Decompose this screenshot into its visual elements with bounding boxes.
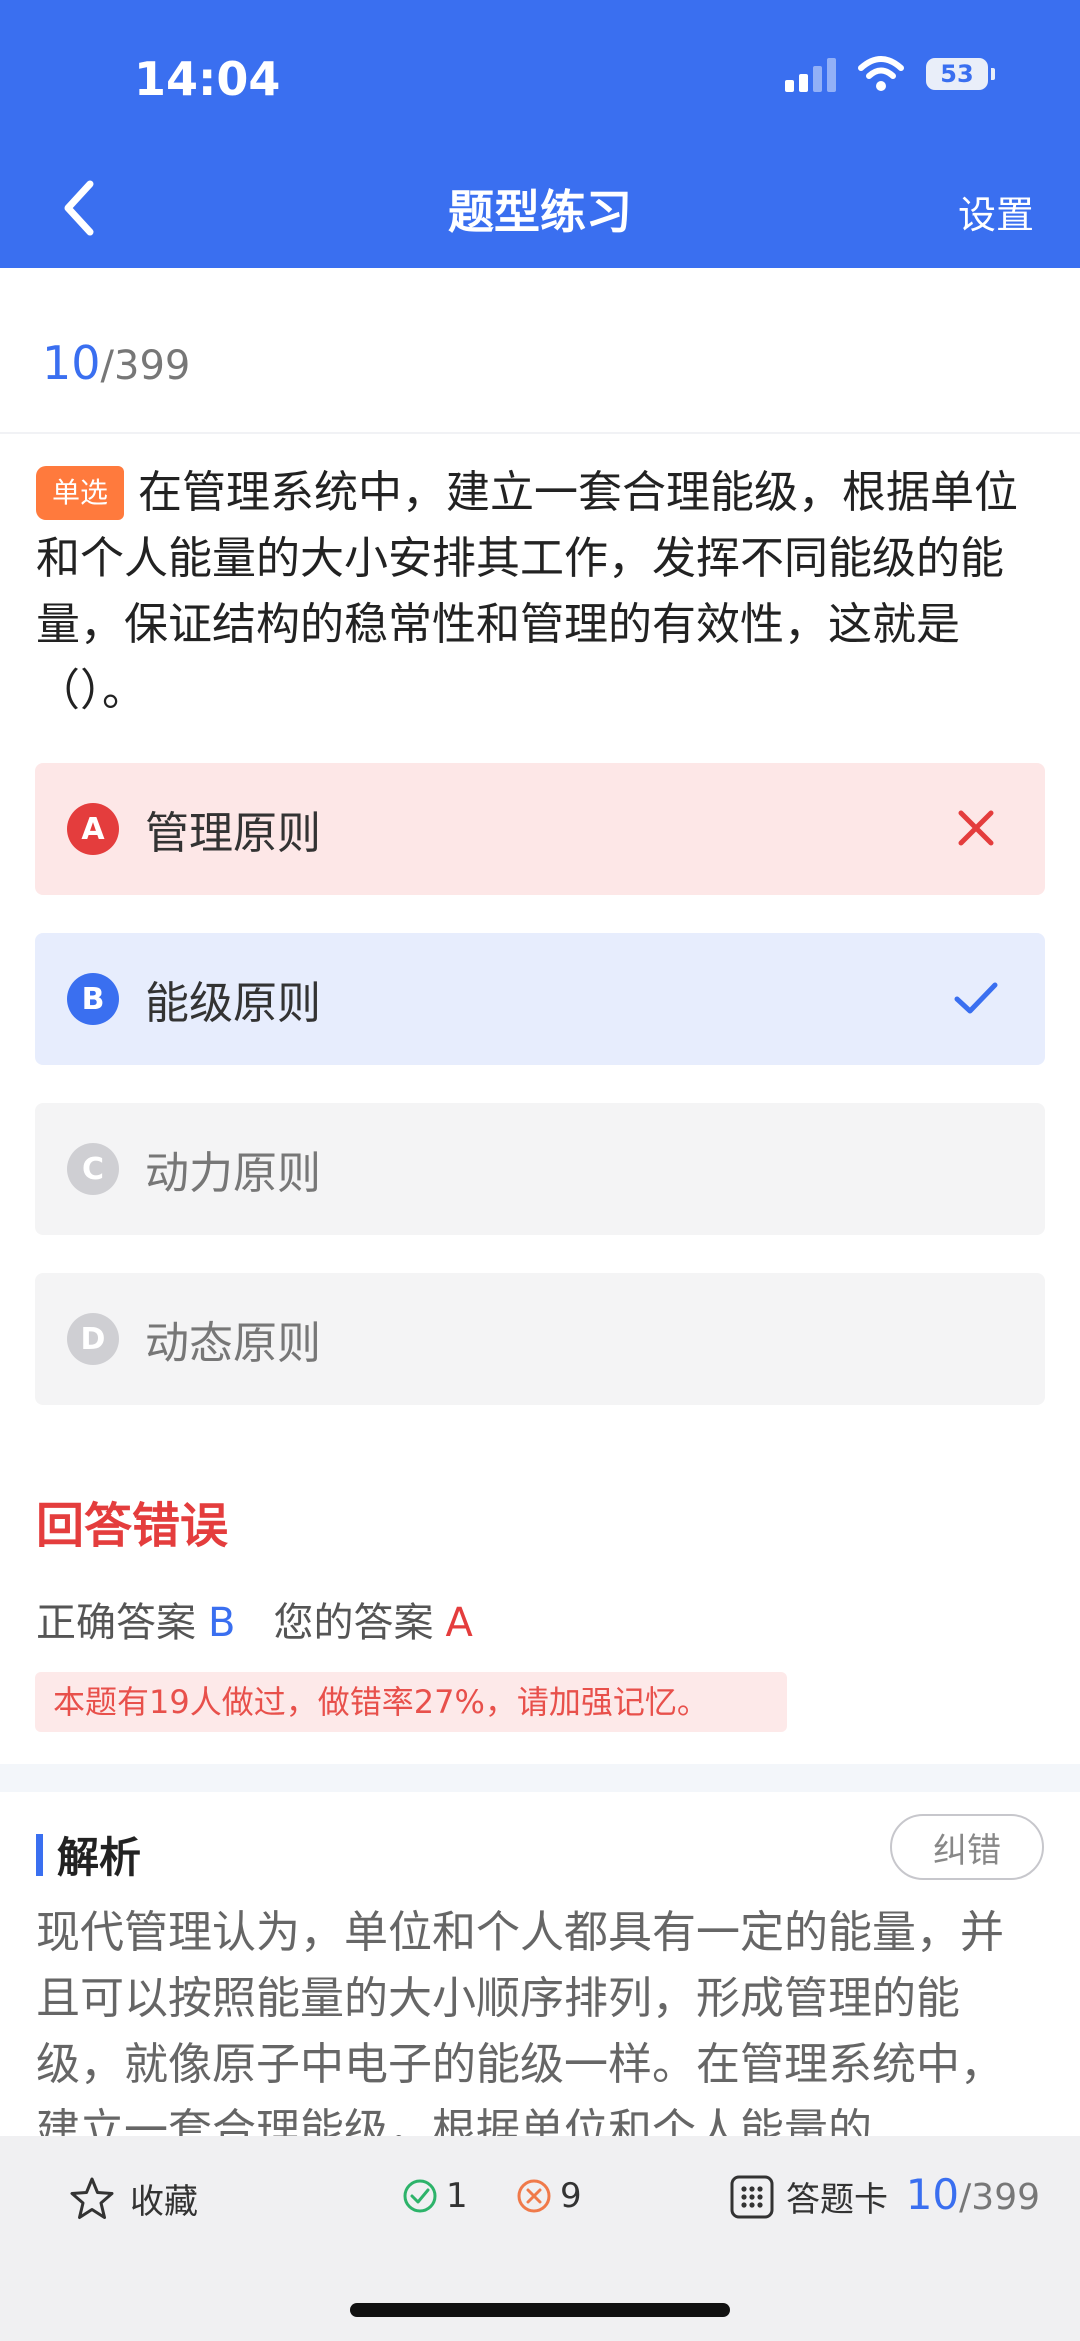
question-type-tag: 单选	[36, 466, 125, 520]
option-letter: C	[67, 1143, 119, 1195]
check-circle-icon	[403, 2179, 437, 2213]
question-block: 单选 在管理系统中，建立一套合理能级，根据单位和个人能量的大小安排其工作，发挥不同…	[36, 460, 1046, 724]
option-letter: B	[67, 973, 119, 1025]
option-text: 动力原则	[145, 1148, 321, 1199]
section-divider	[0, 1764, 1080, 1792]
header: 14:04 53 题型练习 设置	[0, 0, 1080, 268]
option-text: 动态原则	[145, 1318, 321, 1369]
answer-card-label: 答题卡	[786, 2180, 888, 2220]
option-letter: D	[67, 1313, 119, 1365]
option-text: 管理原则	[145, 808, 321, 859]
answer-card-button[interactable]: 答题卡	[728, 2172, 888, 2221]
cellular-signal-icon	[785, 56, 836, 92]
wrong-x-icon	[958, 810, 994, 846]
analysis-text: 现代管理认为，单位和个人都具有一定的能量，并且可以按照能量的大小顺序排列，形成管…	[36, 1907, 1004, 2136]
error-rate-banner: 本题有19人做过，做错率27%，请加强记忆。	[35, 1672, 787, 1732]
star-icon	[70, 2177, 114, 2219]
answer-summary: 正确答案 B 您的答案 A	[36, 1590, 473, 1648]
correct-answer-label: 正确答案	[36, 1600, 196, 1646]
analysis-accent-bar	[36, 1833, 43, 1876]
analysis-header: 解析	[36, 1824, 141, 1885]
analysis-title: 解析	[57, 1833, 142, 1882]
your-answer-label: 您的答案	[273, 1600, 434, 1646]
option-c[interactable]: C 动力原则	[35, 1103, 1045, 1235]
result-title: 回答错误	[36, 1498, 229, 1554]
bottom-progress-total: /399	[959, 2177, 1040, 2218]
question-counter: 10/399	[42, 336, 190, 390]
battery-icon: 53	[926, 58, 995, 90]
your-answer-value: A	[445, 1600, 473, 1646]
x-circle-icon	[517, 2179, 551, 2213]
option-text: 能级原则	[145, 978, 321, 1029]
counter-current: 10	[42, 336, 101, 390]
option-b[interactable]: B 能级原则	[35, 933, 1045, 1065]
favorite-button[interactable]: 收藏	[68, 2174, 198, 2223]
correct-count: 1	[402, 2176, 468, 2216]
favorite-label: 收藏	[130, 2182, 198, 2222]
option-d[interactable]: D 动态原则	[35, 1273, 1045, 1405]
divider	[0, 432, 1080, 434]
correct-count-value: 1	[446, 2176, 468, 2216]
settings-button[interactable]: 设置	[958, 184, 1034, 239]
status-icons: 53	[785, 56, 995, 92]
page-title: 题型练习	[448, 185, 632, 239]
report-error-button[interactable]: 纠错	[890, 1814, 1044, 1880]
wrong-count: 9	[516, 2176, 582, 2216]
bottom-progress: 10/399	[906, 2170, 1040, 2219]
question-text: 在管理系统中，建立一套合理能级，根据单位和个人能量的大小安排其工作，发挥不同能级…	[36, 467, 1019, 716]
bottom-progress-current: 10	[905, 2170, 960, 2219]
option-letter: A	[67, 803, 119, 855]
wifi-icon	[858, 56, 904, 91]
wrong-count-value: 9	[560, 2176, 582, 2216]
grid-icon	[730, 2175, 774, 2218]
correct-check-icon	[954, 982, 998, 1014]
home-indicator	[350, 2303, 730, 2317]
counter-total: /399	[100, 343, 191, 389]
option-a[interactable]: A 管理原则	[35, 763, 1045, 895]
correct-answer-value: B	[208, 1600, 236, 1646]
status-time: 14:04	[134, 52, 281, 106]
